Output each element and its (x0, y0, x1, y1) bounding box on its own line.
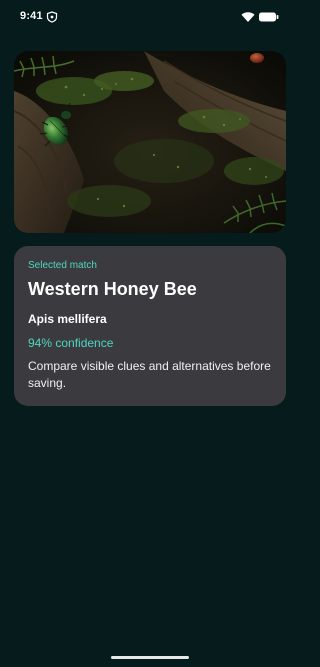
app-screen: 9:41 Selected match Western Honey Bee Ap… (0, 0, 300, 667)
species-scientific-name: Apis mellifera (28, 312, 107, 326)
guidance-note: Compare visible clues and alternatives b… (28, 359, 271, 390)
shield-icon (46, 11, 58, 23)
selected-match-label: Selected match (28, 260, 97, 271)
status-bar: 9:41 (0, 0, 300, 36)
confidence-value: 94% confidence (28, 336, 114, 350)
species-common-name: Western Honey Bee (28, 279, 197, 299)
battery-icon (259, 12, 279, 22)
wifi-icon (241, 12, 255, 22)
status-time: 9:41 (20, 10, 43, 22)
hero-photo (14, 51, 286, 233)
home-indicator[interactable] (111, 656, 189, 659)
beetle-on-mossy-log-photo (14, 51, 286, 233)
match-result-card: Selected match Western Honey Bee Apis me… (14, 246, 286, 406)
